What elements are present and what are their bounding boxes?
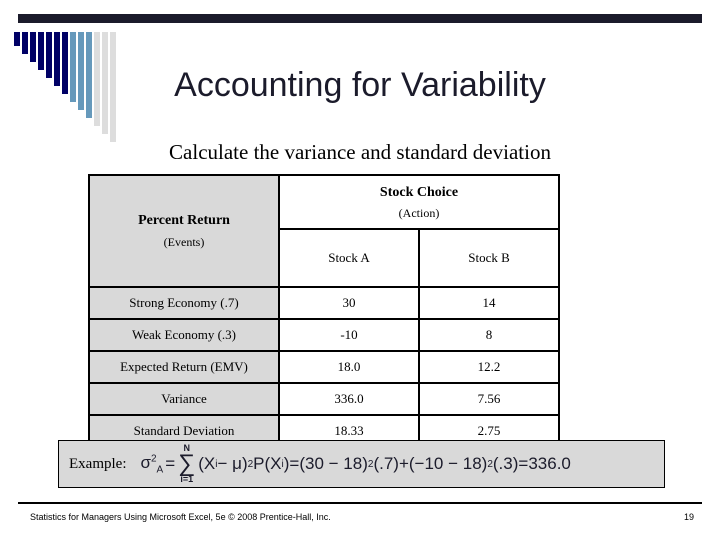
column-header-stock-a: Stock A	[278, 228, 420, 288]
row-label: Variance	[88, 382, 280, 416]
row-label: Weak Economy (.3)	[88, 318, 280, 352]
table-header-row-group: Percent Return (Events) Stock Choice (Ac…	[88, 174, 561, 288]
group-header-subtitle: (Action)	[398, 205, 440, 220]
table-row: Weak Economy (.3) -10 8	[88, 318, 561, 352]
payoff-table: Percent Return (Events) Stock Choice (Ac…	[88, 174, 561, 448]
table-row: Expected Return (EMV) 18.0 12.2	[88, 350, 561, 384]
sigma-subscript: A	[156, 464, 164, 476]
formula-expansion-2: (−10 − 18)	[408, 454, 488, 473]
decor-bar	[30, 32, 36, 62]
column-header-stock-b: Stock B	[417, 228, 561, 288]
footer-citation: Statistics for Managers Using Microsoft …	[30, 512, 331, 522]
table-group-header: Stock Choice (Action)	[277, 174, 561, 230]
sigma-glyph: σ	[140, 452, 151, 472]
table-row: Variance 336.0 7.56	[88, 382, 561, 416]
formula-expansion-1-tail: (.7)	[373, 454, 399, 473]
decor-bar	[22, 32, 28, 54]
row-value-stock-b: 14	[417, 286, 561, 320]
table-stub-header: Percent Return (Events)	[88, 174, 280, 288]
stub-header-title: Percent Return	[138, 213, 230, 229]
top-accent-rule	[18, 14, 702, 23]
group-header-title: Stock Choice	[379, 184, 459, 200]
row-label: Expected Return (EMV)	[88, 350, 280, 384]
formula-expansion-2-tail: (.3)	[492, 454, 519, 473]
formula-result: 336.0	[528, 454, 571, 473]
row-value-stock-a: -10	[278, 318, 420, 352]
page-number: 19	[683, 512, 694, 522]
sigma-exponent: 2	[150, 453, 157, 465]
example-formula-box: Example: σ2A = N ∑ i=1 (X i − μ) 2 P(X i) =…	[58, 440, 665, 488]
row-value-stock-a: 30	[278, 286, 420, 320]
decor-bar	[38, 32, 44, 70]
summation-operator: N ∑ i=1	[178, 444, 195, 484]
row-label: Strong Economy (.7)	[88, 286, 280, 320]
formula-plus: +	[398, 454, 409, 473]
footer-divider	[18, 502, 702, 504]
row-value-stock-b: 7.56	[417, 382, 561, 416]
page-title: Accounting for Variability	[174, 66, 546, 104]
slide-subtitle: Calculate the variance and standard devi…	[169, 140, 551, 164]
formula-expansion-1: (30 − 18)	[299, 454, 368, 473]
formula-equals-1: =	[165, 454, 176, 473]
formula-term-2: − μ)	[217, 454, 248, 473]
row-value-stock-a: 336.0	[278, 382, 420, 416]
formula-term-1: (X	[198, 454, 216, 473]
row-value-stock-a: 18.0	[278, 350, 420, 384]
variance-formula: σ2A = N ∑ i=1 (X i − μ) 2 P(X i) = (30 − 18…	[140, 444, 570, 484]
decor-bar	[14, 32, 20, 46]
table-row: Strong Economy (.7) 30 14	[88, 286, 561, 320]
summation-glyph: ∑	[178, 450, 196, 478]
summation-lower-limit: i=1	[180, 473, 194, 484]
formula-term-3: P(X	[253, 454, 282, 473]
formula-sigma-symbol: σ2A	[140, 453, 163, 475]
formula-equals-3: =	[518, 454, 529, 473]
example-label: Example:	[69, 455, 127, 472]
stub-header-subtitle: (Events)	[163, 234, 205, 249]
row-value-stock-b: 8	[417, 318, 561, 352]
formula-equals-2: =	[289, 454, 300, 473]
row-value-stock-b: 12.2	[417, 350, 561, 384]
